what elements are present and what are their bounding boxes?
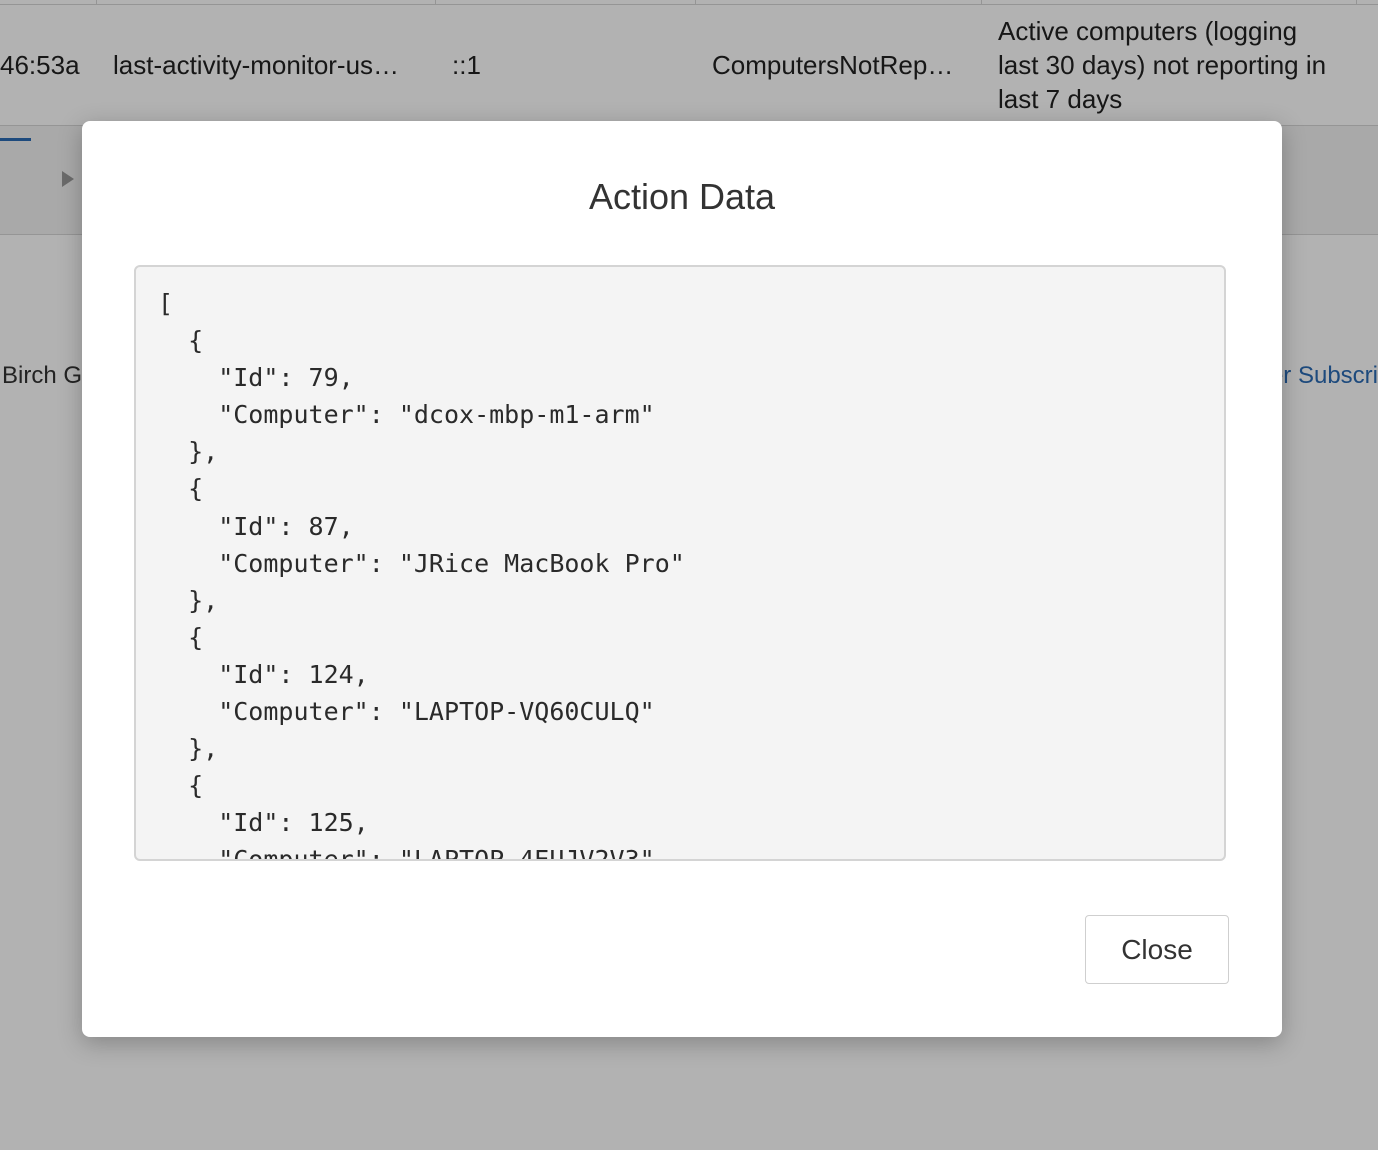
- close-button[interactable]: Close: [1085, 915, 1229, 984]
- action-data-dialog: Action Data [ { "Id": 79, "Computer": "d…: [82, 121, 1282, 1037]
- dialog-title: Action Data: [588, 176, 776, 217]
- json-content: [ { "Id": 79, "Computer": "dcox-mbp-m1-a…: [158, 289, 685, 861]
- json-viewer[interactable]: [ { "Id": 79, "Computer": "dcox-mbp-m1-a…: [134, 265, 1226, 861]
